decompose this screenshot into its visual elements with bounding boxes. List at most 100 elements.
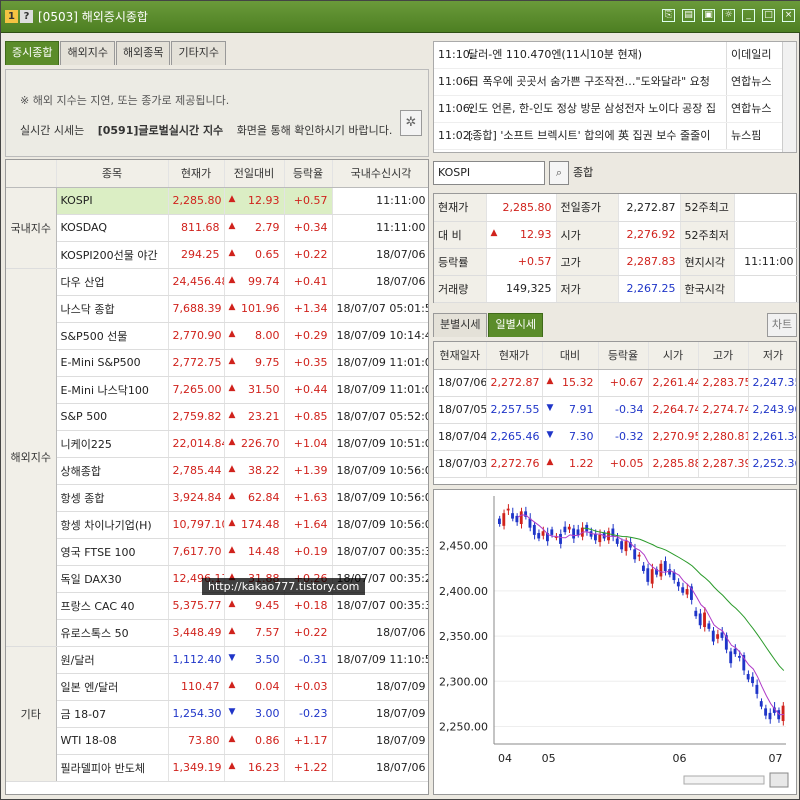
table-row[interactable]: 기타 원/달러 1,112.40 ▼ 3.50 -0.31 18/07/09 11:10:5… — [6, 646, 428, 782]
tab-other-index[interactable]: 기타지수 — [171, 41, 226, 65]
price-cell: 2,759.82 — [168, 403, 225, 431]
news-item[interactable]: 11:02: [종합] '소프트 브렉시트' 합의에 英 집권 보수 줄줄이 뉴스핌 — [434, 123, 796, 150]
daily-col-header[interactable]: 현재가 — [486, 342, 543, 370]
col-change[interactable]: 전일대비 — [224, 160, 285, 188]
tab-overseas-stock[interactable]: 해외종목 — [115, 41, 171, 65]
col-price[interactable]: 현재가 — [168, 160, 225, 188]
symbol-name: 종합 — [573, 166, 594, 179]
help-icon[interactable]: ? — [20, 10, 33, 23]
name-cell: KOSDAQ — [56, 214, 169, 242]
title-bar: 1 ? [0503] 해외증시종합 ⎘ ▤ ▣ ☼ _ □ × — [1, 1, 800, 33]
close-button[interactable]: × — [782, 9, 795, 22]
candle-body — [755, 684, 759, 694]
gear-icon[interactable]: ✲ — [400, 110, 422, 136]
daily-col-header[interactable]: 현재일자 — [434, 342, 487, 370]
table-row[interactable]: E-Mini 나스닥100 7,265.00 ▲ 31.50 +0.44 18/07/09… — [6, 376, 428, 404]
notice-screen-link[interactable]: [0591]글로벌실시간 지수 — [98, 124, 223, 137]
table-row[interactable]: 일본 엔/달러 110.47 ▲ 0.04 +0.03 18/07/09 — [6, 673, 428, 701]
tab-daily-price[interactable]: 일별시세 — [488, 313, 543, 337]
news-item[interactable]: 11:10: 달러-엔 110.470엔(11시10분 현재) 이데일리 — [434, 42, 796, 69]
change-cell: ▲ 0.86 — [224, 727, 285, 755]
symbol-search: KOSPI ⌕ 종합 — [433, 161, 797, 187]
news-item[interactable]: 11:06: 인도 언론, 한-인도 정상 방문 삼성전자 노이다 공장 집 연합뉴… — [434, 96, 796, 123]
col-time[interactable]: 국내수신시각 — [332, 160, 428, 188]
candle-body — [532, 524, 536, 535]
print-icon[interactable]: ▤ — [682, 9, 695, 22]
name-cell: 다우 산업 — [56, 268, 169, 296]
price-cell: 2,772.75 — [168, 349, 225, 377]
daily-col-header[interactable]: 대비 — [542, 342, 599, 370]
daily-row[interactable]: 18/07/05 2,257.55 ▼ 7.91 -0.34 2,264.74 2,274.… — [434, 396, 796, 424]
daily-cell: 2,272.76 — [486, 450, 543, 478]
chart-scrollbar[interactable] — [683, 775, 765, 785]
table-row[interactable]: 영국 FTSE 100 7,617.70 ▲ 14.48 +0.19 18/07/07 0… — [6, 538, 428, 566]
table-row[interactable]: 니케이225 22,014.84 ▲ 226.70 +1.04 18/07/09 10:5… — [6, 430, 428, 458]
symbol-input[interactable]: KOSPI — [433, 161, 545, 185]
col-name[interactable]: 종목 — [56, 160, 169, 188]
price-tabs: 분별시세 일별시세 — [433, 313, 544, 337]
table-row[interactable]: 항셍 종합 3,924.84 ▲ 62.84 +1.63 18/07/09 10:56:0… — [6, 484, 428, 512]
rate-cell: +1.63 — [284, 484, 333, 512]
minimize-button[interactable]: _ — [742, 9, 755, 22]
daily-col-header[interactable]: 시가 — [648, 342, 699, 370]
tab-minute-price[interactable]: 분별시세 — [433, 313, 488, 337]
screen-number-icon[interactable]: 1 — [5, 10, 18, 23]
chart-button[interactable]: 차트 — [767, 313, 797, 337]
table-row[interactable]: 국내지수 KOSPI 2,285.80 ▲ 12.93 +0.57 11:11:00 — [6, 187, 428, 269]
table-row[interactable]: 필라델피아 반도체 1,349.19 ▲ 16.23 +1.22 18/07/06 — [6, 754, 428, 782]
change-value: 101.96 — [241, 302, 280, 315]
time-cell: 18/07/09 10:56:06 — [332, 511, 428, 539]
daily-row[interactable]: 18/07/06 2,272.87 ▲ 15.32 +0.67 2,261.44 2,283… — [434, 369, 796, 397]
change-value: 9.45 — [255, 599, 280, 612]
table-row[interactable]: 나스닥 종합 7,688.39 ▲ 101.96 +1.34 18/07/07 05:01… — [6, 295, 428, 323]
up-arrow-icon: ▲ — [490, 228, 498, 238]
up-arrow-icon: ▲ — [228, 761, 236, 771]
save-icon[interactable]: ▣ — [702, 9, 715, 22]
news-time: 11:02: — [438, 129, 474, 142]
news-list: 11:10: 달러-엔 110.470엔(11시10분 현재) 이데일리 11:06:… — [433, 41, 797, 153]
search-icon[interactable]: ⌕ — [549, 161, 569, 185]
table-row[interactable]: 상해종합 2,785.44 ▲ 38.22 +1.39 18/07/09 10:56:03 — [6, 457, 428, 485]
daily-col-header[interactable]: 등락율 — [598, 342, 649, 370]
table-row[interactable]: 프랑스 CAC 40 5,375.77 ▲ 9.45 +0.18 18/07/07 00:… — [6, 592, 428, 620]
maximize-button[interactable]: □ — [762, 9, 775, 22]
daily-row[interactable]: 18/07/03 2,272.76 ▲ 1.22 +0.05 2,285.88 2,287.… — [434, 450, 796, 478]
price-chart[interactable]: 2,450.00 2,400.00 2,350.00 2,300.00 2,250.00… — [433, 489, 797, 795]
quote-change: 12.93 — [520, 228, 552, 241]
name-cell: S&P 500 — [56, 403, 169, 431]
quote-label: 한국시각 — [680, 275, 735, 303]
table-row[interactable]: KOSPI200선물 야간 294.25 ▲ 0.65 +0.22 18/07/06 — [6, 241, 428, 269]
table-row[interactable]: WTI 18-08 73.80 ▲ 0.86 +1.17 18/07/09 — [6, 727, 428, 755]
table-row[interactable]: E-Mini S&P500 2,772.75 ▲ 9.75 +0.35 18/07/09 … — [6, 349, 428, 377]
table-row[interactable]: KOSDAQ 811.68 ▲ 2.79 +0.34 11:11:00 — [6, 214, 428, 242]
news-head: [종합] '소프트 브렉시트' 합의에 英 집권 보수 줄줄이 — [468, 129, 711, 142]
group-label: 해외지수 — [6, 268, 57, 647]
news-item[interactable]: 11:06: 日 폭우에 곳곳서 숨가쁜 구조작전…"도와달라" 요청 연합뉴스 — [434, 69, 796, 96]
table-row[interactable]: S&P500 선물 2,770.90 ▲ 8.00 +0.29 18/07/09 10:1… — [6, 322, 428, 350]
y-tick-label: 2,350.00 — [439, 630, 488, 643]
table-row[interactable]: 유로스톡스 50 3,448.49 ▲ 7.57 +0.22 18/07/06 — [6, 619, 428, 647]
col-rate[interactable]: 등락율 — [284, 160, 333, 188]
candle-body — [676, 581, 680, 587]
rate-cell: +1.22 — [284, 754, 333, 782]
change-value: 38.22 — [248, 464, 280, 477]
tab-market-summary[interactable]: 증시종합 — [5, 41, 60, 65]
daily-col-header[interactable]: 저가 — [748, 342, 796, 370]
link-icon[interactable]: ⎘ — [662, 9, 675, 22]
daily-col-header[interactable]: 고가 — [698, 342, 749, 370]
news-scrollbar[interactable] — [782, 42, 796, 152]
name-cell: 니케이225 — [56, 430, 169, 458]
table-row[interactable]: 금 18-07 1,254.30 ▼ 3.00 -0.23 18/07/09 — [6, 700, 428, 728]
daily-change: 7.30 — [569, 430, 594, 443]
table-row[interactable]: 항셍 차이나기업(H) 10,797.10 ▲ 174.48 +1.64 18/07/09… — [6, 511, 428, 539]
chart-zoom-button[interactable] — [769, 772, 789, 788]
candle-body — [594, 533, 597, 541]
quote-value: 2,267.25 — [618, 275, 681, 303]
x-tick-label: 04 — [498, 752, 512, 765]
settings-icon[interactable]: ☼ — [722, 9, 735, 22]
table-row[interactable]: S&P 500 2,759.82 ▲ 23.21 +0.85 18/07/07 05:52… — [6, 403, 428, 431]
candle-body — [703, 612, 706, 628]
daily-row[interactable]: 18/07/04 2,265.46 ▼ 7.30 -0.32 2,270.95 2,280.… — [434, 423, 796, 451]
tab-overseas-index[interactable]: 해외지수 — [60, 41, 115, 65]
table-row[interactable]: 해외지수 다우 산업 24,456.48 ▲ 99.74 +0.41 18/07/06 — [6, 268, 428, 647]
